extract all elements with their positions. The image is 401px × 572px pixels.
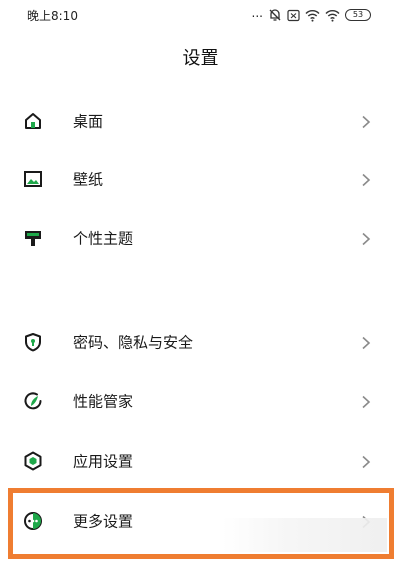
chevron-right-icon xyxy=(361,454,371,469)
chevron-right-icon xyxy=(361,394,371,409)
battery-indicator: 53 xyxy=(345,9,371,21)
highlight-annotation-box xyxy=(8,488,394,559)
app-settings-icon xyxy=(22,450,44,472)
menu-item-label: 应用设置 xyxy=(73,452,134,471)
menu-item-privacy-security[interactable]: 密码、隐私与安全 xyxy=(0,313,401,371)
wifi-icon-2 xyxy=(325,9,340,22)
wallpaper-icon xyxy=(22,168,44,190)
page-title: 设置 xyxy=(182,48,219,69)
group-divider xyxy=(0,275,401,307)
alarm-off-icon xyxy=(268,8,282,22)
menu-item-label: 壁纸 xyxy=(73,170,104,189)
menu-item-label: 性能管家 xyxy=(73,392,134,411)
wifi-icon xyxy=(305,9,320,22)
chevron-right-icon xyxy=(361,231,371,246)
menu-item-theme[interactable]: 个性主题 xyxy=(0,209,401,267)
home-icon xyxy=(22,110,44,132)
chevron-right-icon xyxy=(361,335,371,350)
menu-item-app-settings[interactable]: 应用设置 xyxy=(0,432,401,490)
menu-item-desktop[interactable]: 桌面 xyxy=(0,92,401,150)
menu-item-label: 桌面 xyxy=(73,112,104,131)
status-dots: ... xyxy=(251,6,263,20)
menu-item-performance[interactable]: 性能管家 xyxy=(0,372,401,430)
sim-card-icon xyxy=(287,9,300,22)
theme-icon xyxy=(22,227,44,249)
chevron-right-icon xyxy=(361,172,371,187)
status-icons: ... 53 xyxy=(252,7,371,23)
menu-item-wallpaper[interactable]: 壁纸 xyxy=(0,150,401,208)
menu-item-label: 个性主题 xyxy=(73,229,134,248)
performance-icon xyxy=(22,390,44,412)
status-time: 晚上8:10 xyxy=(27,9,78,23)
menu-item-label: 密码、隐私与安全 xyxy=(73,333,194,352)
status-bar: 晚上8:10 ... 53 xyxy=(0,0,401,32)
shield-icon xyxy=(22,331,44,353)
chevron-right-icon xyxy=(361,114,371,129)
